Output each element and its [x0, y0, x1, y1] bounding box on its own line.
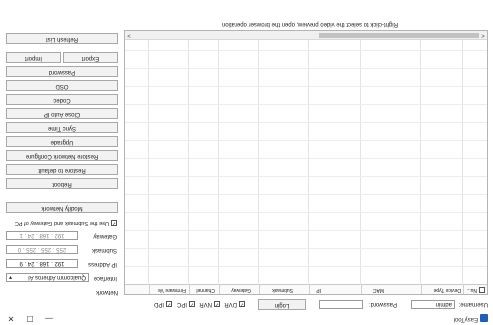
export-button[interactable]: Export — [63, 52, 118, 63]
login-toolbar: Username: admin Password: Login ✓ DVR ✓ … — [0, 295, 493, 311]
osd-button[interactable]: OSD — [6, 80, 118, 91]
minimize-button[interactable]: — — [42, 313, 56, 323]
grid-line — [125, 50, 487, 51]
grid-line — [125, 86, 487, 87]
use-pc-submask-label: Use the Submask and Gateway of PC — [14, 220, 109, 226]
close-button[interactable]: ✕ — [4, 313, 18, 323]
grid-line — [125, 176, 487, 177]
horizontal-scrollbar[interactable]: < > — [125, 31, 487, 40]
ipc-label: IPC — [176, 301, 187, 307]
login-button[interactable]: Login — [258, 299, 306, 310]
grid-line — [125, 248, 487, 249]
title-bar: EasyTool — ☐ ✕ — [0, 311, 493, 325]
column-header-device-type[interactable]: Device Type — [421, 285, 463, 294]
submask-field[interactable]: 255 . 255 . 255 . 0 — [6, 245, 78, 254]
scrollbar-thumb[interactable] — [319, 33, 479, 38]
gateway-field[interactable]: 192 . 168 . 24 . 1 — [6, 231, 78, 240]
window-title: EasyTool — [453, 316, 478, 322]
app-logo-icon — [480, 314, 488, 322]
modify-network-button[interactable]: Modify Network — [6, 202, 118, 213]
scroll-left-icon[interactable]: < — [479, 31, 487, 39]
dvr-checkbox[interactable]: ✓ — [239, 301, 245, 307]
nvr-checkbox[interactable]: ✓ — [214, 301, 220, 307]
column-header-ip[interactable]: IP — [309, 285, 361, 294]
ipd-label: IPD — [153, 301, 164, 307]
username-label: Username: — [458, 301, 488, 307]
dvr-label: DVR — [224, 301, 237, 307]
ip-address-label: IP Address — [88, 261, 117, 267]
column-header-gateway[interactable]: Gateway — [219, 285, 259, 294]
password-label: Password: — [368, 301, 397, 307]
interface-select[interactable]: Qualcomm Atheros Al ▼ — [6, 273, 89, 282]
column-header-channel[interactable]: Channel — [189, 285, 219, 294]
restore-network-button[interactable]: Restore Network Configure — [6, 150, 118, 161]
password-button[interactable]: Password — [6, 66, 118, 77]
import-button[interactable]: Import — [6, 52, 61, 63]
maximize-button[interactable]: ☐ — [23, 313, 37, 323]
table-header: Nu... Device Type MAC IP Submask Gateway… — [125, 284, 487, 294]
ipd-checkbox[interactable]: ✓ — [166, 301, 172, 307]
select-all-checkbox[interactable] — [479, 287, 485, 293]
ip-address-field[interactable]: 192 . 168 . 24 . 9 — [6, 259, 78, 268]
grid-line — [125, 158, 487, 159]
gateway-label: Gateway — [93, 233, 117, 239]
easytool-window: EasyTool — ☐ ✕ Username: admin Password:… — [0, 0, 493, 325]
interface-value: Qualcomm Atheros Al — [28, 274, 86, 280]
column-header-number[interactable]: Nu... — [463, 285, 487, 294]
number-label: Nu... — [466, 287, 477, 293]
password-field[interactable] — [319, 300, 363, 309]
grid-line — [125, 68, 487, 69]
username-field[interactable]: admin — [411, 300, 455, 309]
use-pc-submask-checkbox[interactable]: ✓ — [111, 220, 117, 226]
reboot-button[interactable]: Reboot — [6, 178, 118, 189]
codec-button[interactable]: Codec — [6, 94, 118, 105]
interface-label: Interface — [93, 275, 117, 281]
scroll-right-icon[interactable]: > — [125, 31, 133, 39]
restore-default-button[interactable]: Restore to default — [6, 164, 118, 175]
column-header-submask[interactable]: Submask — [259, 285, 309, 294]
refresh-list-button[interactable]: Refresh List — [6, 33, 118, 44]
grid-line — [125, 266, 487, 267]
grid-line — [125, 140, 487, 141]
grid-line — [125, 104, 487, 105]
ipc-checkbox[interactable]: ✓ — [189, 301, 195, 307]
column-header-firmware[interactable]: Firmware Ve — [149, 285, 189, 294]
network-section-title: Network — [95, 289, 118, 295]
grid-line — [125, 212, 487, 213]
column-header-mac[interactable]: MAC — [361, 285, 421, 294]
submask-label: Submask — [91, 247, 117, 253]
grid-line — [125, 230, 487, 231]
device-table[interactable]: Nu... Device Type MAC IP Submask Gateway… — [124, 30, 488, 295]
upgrade-button[interactable]: Upgrade — [6, 136, 118, 147]
grid-line — [125, 194, 487, 195]
chevron-down-icon: ▼ — [8, 274, 13, 280]
preview-hint: Right-click to select the video preview,… — [221, 21, 398, 27]
nvr-label: NVR — [199, 301, 212, 307]
use-pc-submask-option[interactable]: ✓ Use the Submask and Gateway of PC — [5, 218, 117, 226]
grid-line — [125, 122, 487, 123]
sync-time-button[interactable]: Sync Time — [6, 122, 118, 133]
close-auto-ip-button[interactable]: Close Auto IP — [6, 108, 118, 119]
